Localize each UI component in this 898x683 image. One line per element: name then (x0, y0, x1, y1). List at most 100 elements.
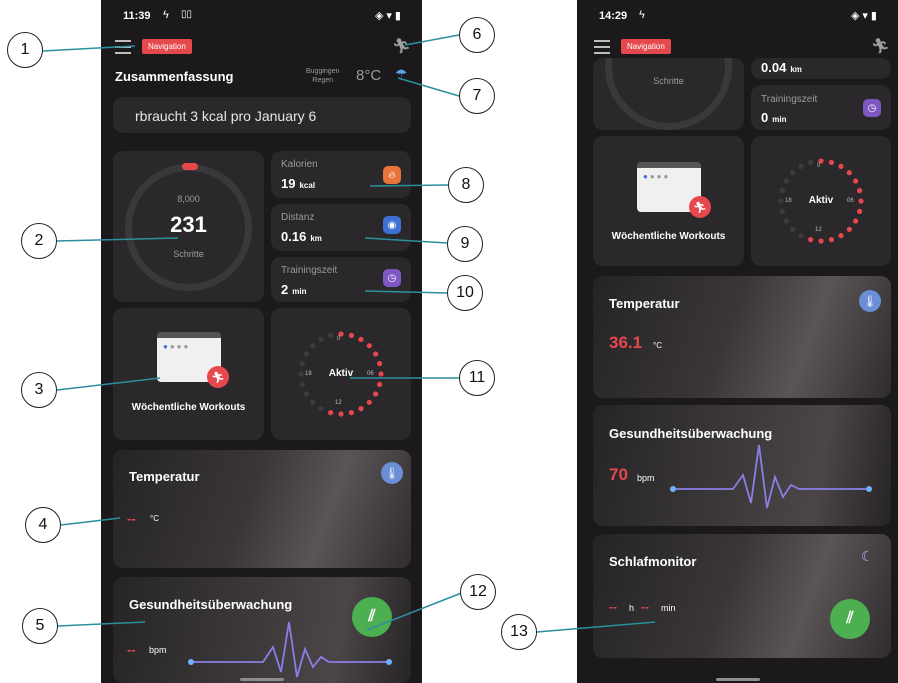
distance-card[interactable]: Distanz 0.16 km ◉ (271, 204, 411, 251)
calories-value: 19 kcal (281, 176, 315, 191)
ticker-card[interactable]: rbraucht 3 kcal pro January 6 (113, 97, 411, 133)
dial-dot (310, 399, 316, 405)
dial-dot (853, 218, 859, 224)
sync-button[interactable]: ⫽ (352, 597, 392, 637)
sleep-card[interactable]: Schlafmonitor ☾ -- h -- min (593, 534, 891, 658)
temperature-value: 36.1 (609, 333, 643, 352)
runner-icon[interactable]: 🏃︎ (392, 37, 411, 55)
sleep-minutes-unit: min (661, 603, 676, 613)
sleep-minutes-value: -- (641, 600, 649, 614)
sync-button[interactable]: ⫽ (830, 599, 870, 639)
dial-dot (853, 178, 859, 184)
status-bar: 11:39 ϟ ▯▯ ◈▾▮ (101, 0, 422, 32)
dial-dot (818, 238, 824, 244)
temperature-card[interactable]: Temperatur 36.1 °C 🌡︎ (593, 276, 891, 398)
calories-card[interactable]: Kalorien 19 kcal 🔥︎ (271, 151, 411, 198)
dial-dot (857, 208, 863, 214)
dial-dot (310, 343, 316, 349)
dial-dot (828, 237, 834, 243)
runner-badge-icon: 🏃︎ (207, 366, 229, 388)
home-indicator[interactable] (240, 678, 284, 681)
training-label: Trainingszeit (281, 265, 338, 276)
callout-6: 6 (459, 17, 495, 53)
weekly-workouts-card[interactable]: ●●●● 🏃︎ Wöchentliche Workouts (113, 308, 264, 440)
distance-number: 0.16 (281, 229, 307, 244)
charging-icon: ϟ (639, 9, 645, 21)
weather-location: Buggingen Regen (306, 67, 339, 85)
steps-goal: 8,000 (177, 194, 200, 204)
dial-dot (328, 410, 334, 416)
activity-card[interactable]: 0 06 12 18 Aktiv (751, 136, 891, 266)
annotated-screenshot: 11:39 ϟ ▯▯ ◈▾▮ Navigation 🏃︎ Zusammenfas… (0, 0, 898, 683)
dial-0: 0 (817, 163, 821, 169)
status-bar: 14:29 ϟ ◈▾▮ (577, 0, 898, 32)
dial-dot (838, 233, 844, 239)
system-icons: ◈▾▮ (850, 10, 880, 22)
calories-number: 19 (281, 176, 296, 191)
training-unit: min (772, 115, 787, 124)
callout-11: 11 (459, 360, 495, 396)
sleep-title: Schlafmonitor (609, 554, 697, 569)
dial-dot (358, 406, 364, 412)
steps-card[interactable]: Schritte (593, 58, 744, 130)
dial-dot (790, 226, 796, 232)
runner-badge-icon: 🏃︎ (689, 196, 711, 218)
stopwatch-icon: ◷ (383, 269, 401, 287)
dial-dot (846, 170, 852, 176)
steps-card[interactable]: 8,000 231 Schritte (113, 151, 264, 302)
steps-ring (605, 58, 732, 130)
temperature-value: -- (127, 511, 136, 526)
sleep-hours-value: -- (609, 600, 617, 614)
home-indicator[interactable] (716, 678, 760, 681)
menu-icon[interactable] (115, 40, 131, 54)
sync-icon: ⫽ (368, 608, 376, 625)
status-time: 14:29 (599, 10, 628, 22)
dial-dot (808, 159, 814, 165)
sync-icon: ⫽ (846, 610, 854, 627)
training-value: 0 min (761, 110, 786, 125)
temperature-unit: °C (653, 341, 662, 350)
runner-icon[interactable]: 🏃︎ (871, 37, 890, 55)
steps-value: 231 (170, 212, 207, 237)
health-card[interactable]: Gesundheitsüberwachung 70 bpm (593, 405, 891, 526)
workouts-label: Wöchentliche Workouts (611, 231, 726, 242)
weekly-workouts-card[interactable]: ●●●● 🏃︎ Wöchentliche Workouts (593, 136, 744, 266)
sleep-hours-unit: h (629, 603, 635, 613)
callout-2: 2 (21, 223, 57, 259)
menu-icon[interactable] (594, 40, 610, 54)
dial-dot (373, 391, 379, 397)
dial-dot (377, 381, 383, 387)
training-card[interactable]: Trainingszeit 0 min ◷ (751, 85, 891, 130)
dial-dot (318, 406, 324, 412)
notification-icon: ▯▯ (181, 9, 193, 20)
dial-dot (358, 336, 364, 342)
dial-dot (348, 332, 354, 338)
system-icons: ◈▾▮ (374, 10, 404, 22)
dial-dot (790, 170, 796, 176)
dial-dot (318, 336, 324, 342)
callout-7: 7 (459, 78, 495, 114)
calories-unit: kcal (299, 181, 316, 190)
callout-4: 4 (25, 507, 61, 543)
ring-indicator (182, 163, 198, 170)
navigation-tag: Navigation (142, 39, 192, 54)
dial-dot (299, 361, 305, 367)
training-unit: min (292, 287, 307, 296)
dial-dot (783, 178, 789, 184)
training-card[interactable]: Trainingszeit 2 min ◷ (271, 257, 411, 302)
temperature-title: Temperatur (129, 469, 200, 484)
charging-icon: ϟ (163, 9, 169, 21)
dial-dot (808, 237, 814, 243)
temperature-card[interactable]: Temperatur -- °C 🌡︎ (113, 450, 411, 568)
dial-dot (303, 351, 309, 357)
dial-dot (328, 332, 334, 338)
distance-value: 0.04 km (761, 60, 802, 75)
calendar-dots: ●●●● (163, 342, 191, 351)
dial-dot (303, 391, 309, 397)
training-value: 2 min (281, 282, 306, 297)
activity-label: Aktiv (808, 195, 834, 206)
phone-right: 14:29 ϟ ◈▾▮ Navigation 🏃︎ Schritte 0.04 k… (577, 0, 898, 683)
distance-card[interactable]: 0.04 km (751, 58, 891, 79)
activity-card[interactable]: 0 06 12 18 Aktiv (271, 308, 411, 440)
dial-dot (779, 188, 785, 194)
